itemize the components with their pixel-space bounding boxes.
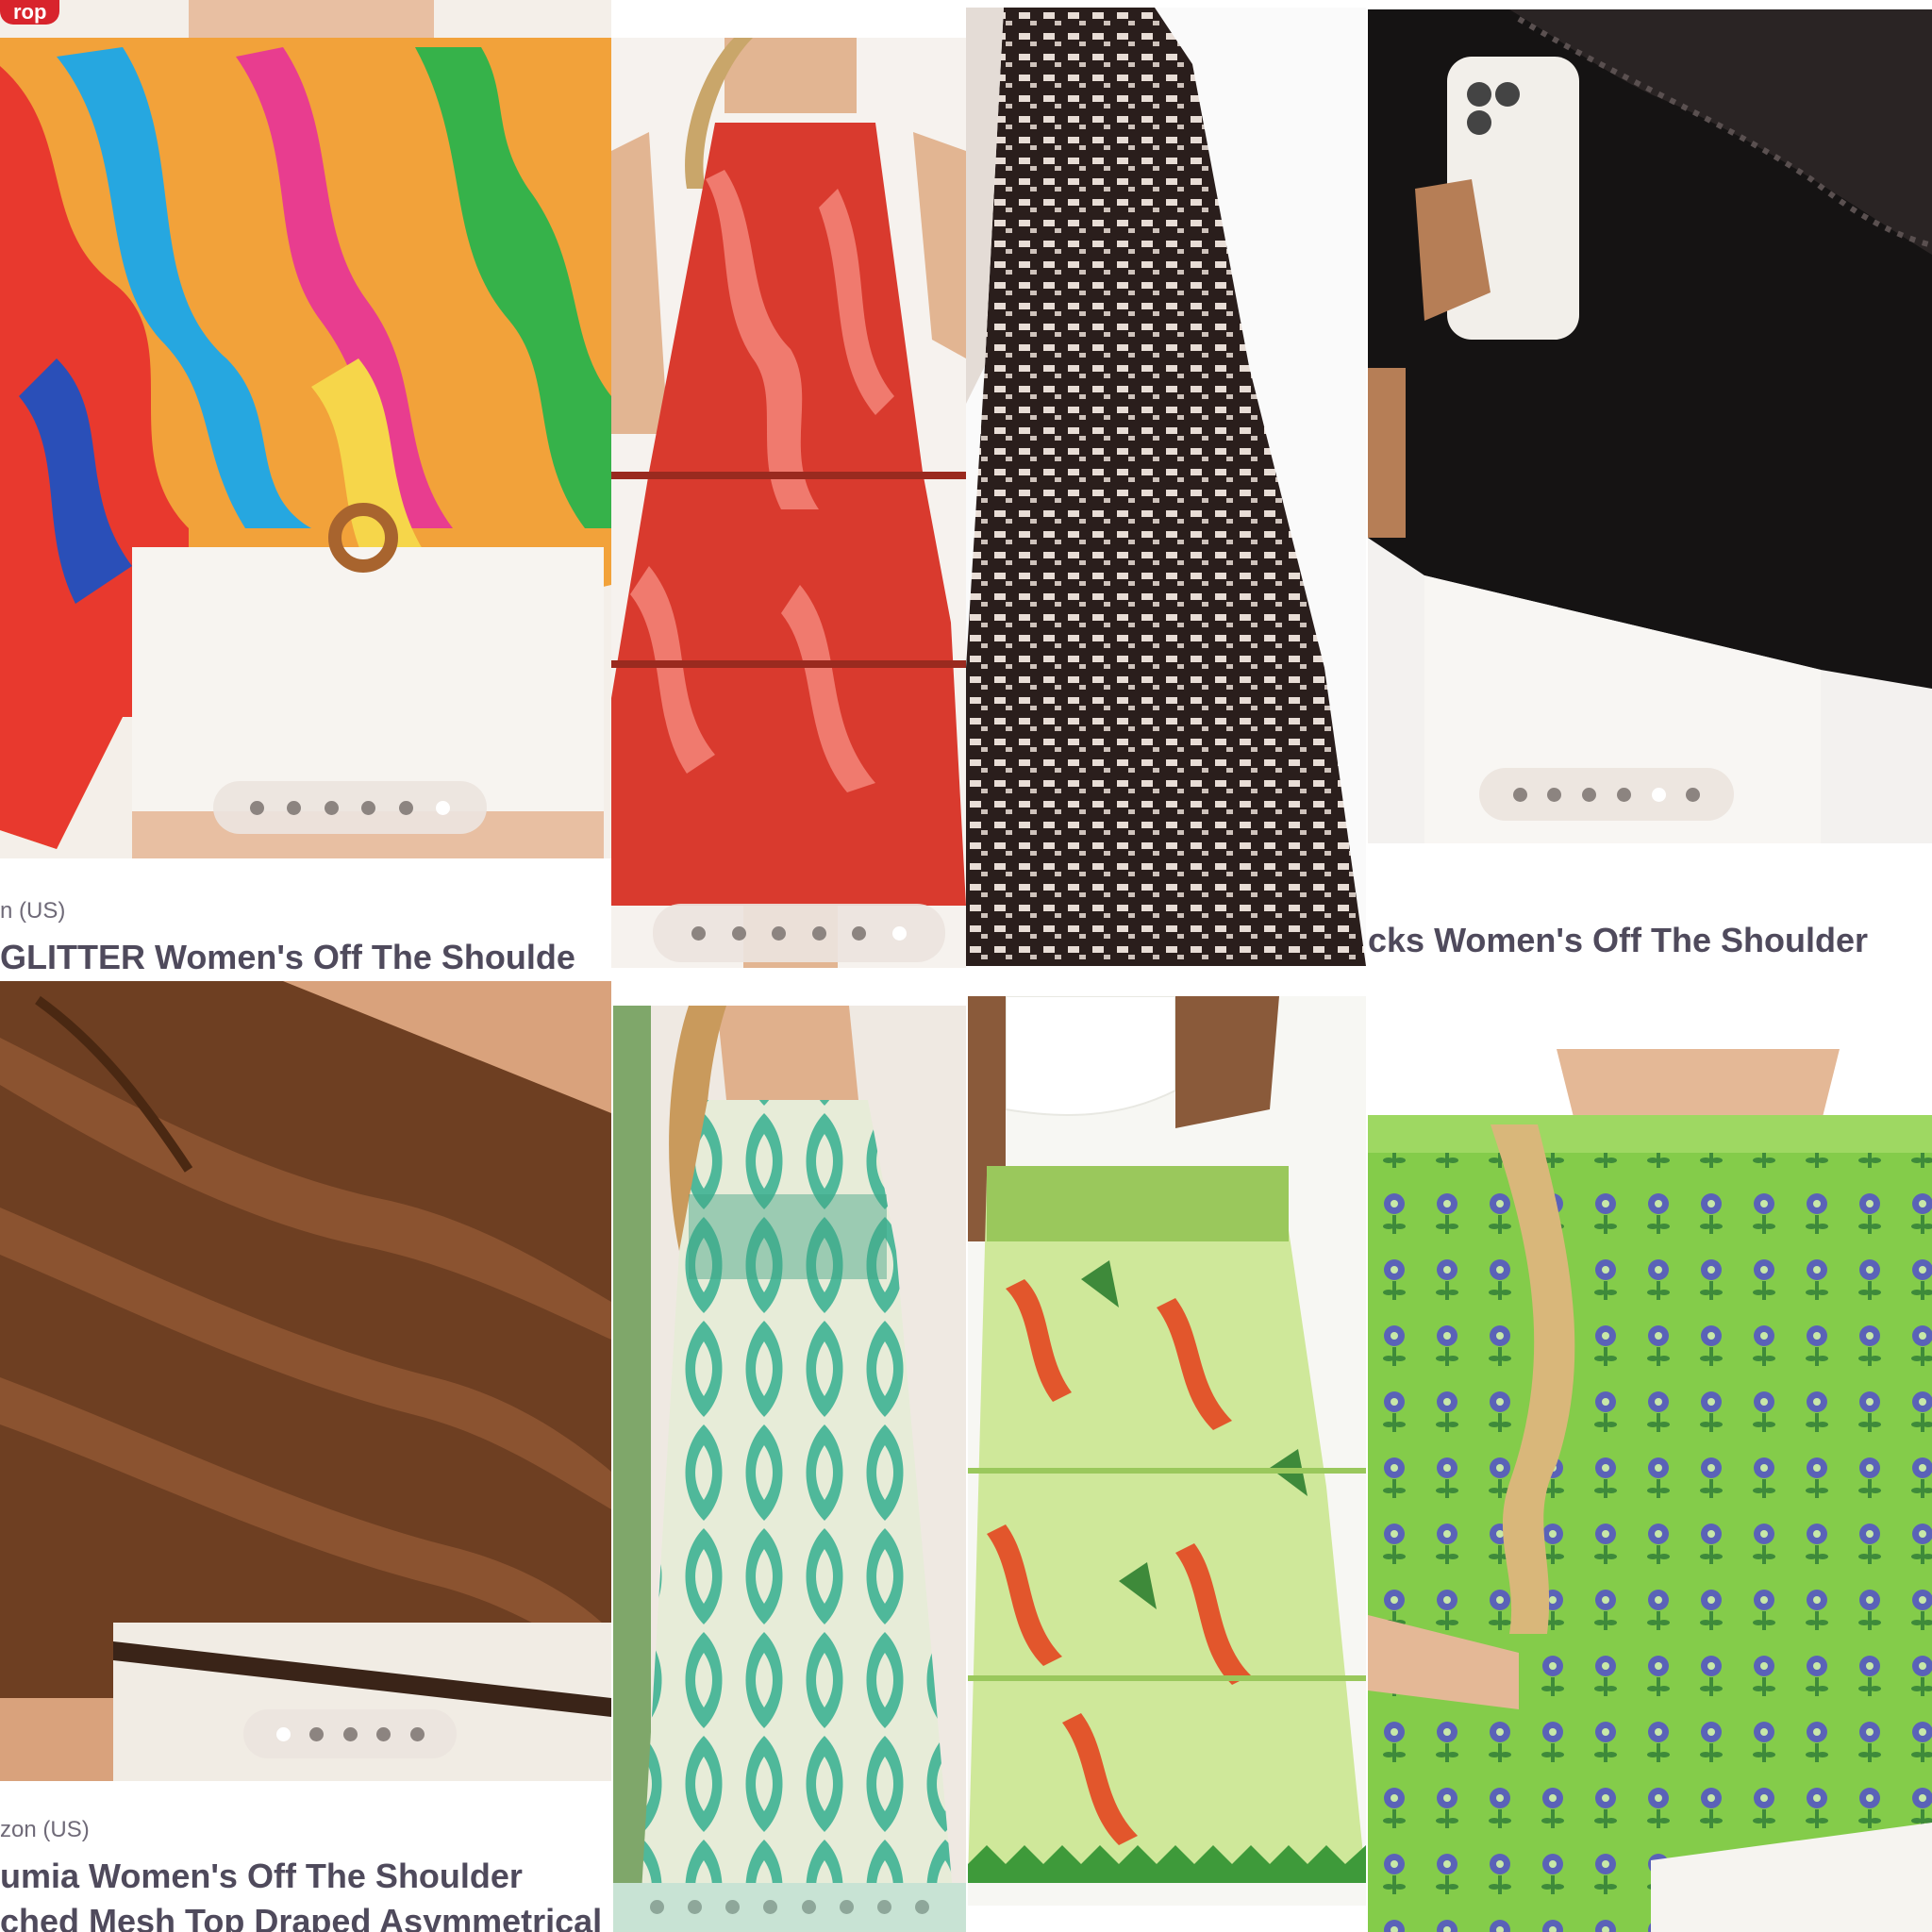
- product-image-brown-top[interactable]: [0, 981, 611, 1781]
- product-image-green-top[interactable]: [1368, 1049, 1932, 1932]
- carousel-dot[interactable]: [1547, 787, 1562, 802]
- carousel-dot[interactable]: [763, 1899, 778, 1914]
- carousel-dot[interactable]: [361, 800, 376, 815]
- carousel-dot[interactable]: [801, 1899, 816, 1914]
- carousel-dot[interactable]: [1616, 787, 1631, 802]
- carousel-dot[interactable]: [398, 800, 413, 815]
- carousel-dot[interactable]: [376, 1726, 391, 1741]
- carousel-dot[interactable]: [1686, 787, 1701, 802]
- product-seller: zon (US): [0, 1817, 90, 1842]
- carousel-dot[interactable]: [688, 1899, 703, 1914]
- product-image-polka-dress[interactable]: [966, 8, 1366, 966]
- carousel-dot[interactable]: [772, 925, 787, 941]
- product-card-brown-top[interactable]: [0, 981, 611, 1781]
- carousel-dots[interactable]: [243, 1709, 457, 1758]
- carousel-dots[interactable]: [1479, 768, 1734, 821]
- product-image-parrot-skirt[interactable]: [968, 996, 1366, 1906]
- carousel-dot[interactable]: [725, 1899, 741, 1914]
- carousel-dot[interactable]: [691, 925, 707, 941]
- product-card-green-top[interactable]: [1368, 1049, 1932, 1932]
- product-seller: n (US): [0, 898, 66, 924]
- carousel-dot[interactable]: [324, 800, 339, 815]
- carousel-dots[interactable]: [653, 904, 945, 962]
- carousel-dot[interactable]: [731, 925, 746, 941]
- carousel-dot[interactable]: [309, 1726, 324, 1741]
- product-title[interactable]: GLITTER Women's Off The Shoulde: [0, 938, 611, 975]
- product-title[interactable]: cks Women's Off The Shoulder: [1368, 921, 1932, 962]
- promo-badge-label: rop: [13, 0, 47, 24]
- product-image-colorful-top[interactable]: [0, 0, 611, 858]
- product-card-red-dress[interactable]: [611, 38, 966, 968]
- product-card-colorful-top[interactable]: rop: [0, 0, 611, 858]
- product-image-black-top[interactable]: [1368, 9, 1932, 843]
- carousel-dot-active[interactable]: [436, 800, 451, 815]
- carousel-dot[interactable]: [1582, 787, 1597, 802]
- carousel-dots[interactable]: [613, 1883, 966, 1930]
- carousel-dot-active[interactable]: [275, 1726, 291, 1741]
- carousel-dot[interactable]: [811, 925, 826, 941]
- product-card-parrot-skirt[interactable]: [968, 996, 1366, 1906]
- carousel-dot[interactable]: [839, 1899, 854, 1914]
- promo-badge: rop: [0, 0, 60, 25]
- product-card-polka-dress[interactable]: [966, 8, 1366, 966]
- carousel-dot[interactable]: [287, 800, 302, 815]
- carousel-dot[interactable]: [1512, 787, 1527, 802]
- carousel-dot-active[interactable]: [891, 925, 907, 941]
- carousel-dot-active[interactable]: [1651, 787, 1666, 802]
- product-image-red-dress[interactable]: [611, 38, 966, 968]
- product-card-green-dress[interactable]: [613, 1006, 966, 1932]
- carousel-dot[interactable]: [650, 1899, 665, 1914]
- carousel-dot[interactable]: [342, 1726, 358, 1741]
- product-title[interactable]: umia Women's Off The Shoulder: [0, 1857, 611, 1896]
- product-image-green-dress[interactable]: [613, 1006, 966, 1932]
- carousel-dots[interactable]: [213, 781, 487, 834]
- carousel-dot[interactable]: [914, 1899, 929, 1914]
- carousel-dot[interactable]: [852, 925, 867, 941]
- product-title-line-2[interactable]: ched Mesh Top Draped Asymmetrical: [0, 1902, 611, 1932]
- carousel-dot[interactable]: [409, 1726, 425, 1741]
- carousel-dot[interactable]: [876, 1899, 891, 1914]
- carousel-dot[interactable]: [249, 800, 264, 815]
- product-card-black-top[interactable]: [1368, 9, 1932, 843]
